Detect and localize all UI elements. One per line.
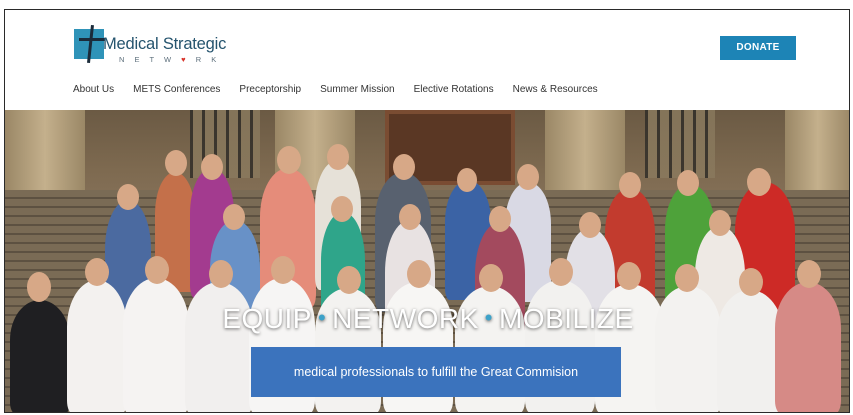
heart-icon: ♥ xyxy=(181,55,190,64)
nav-item-about-us[interactable]: About Us xyxy=(73,84,114,95)
nav-item-summer-mission[interactable]: Summer Mission xyxy=(320,84,394,95)
building-pillar xyxy=(545,110,625,200)
site-logo[interactable]: Medical Strategic N E T W ♥ R K xyxy=(71,22,241,66)
site-header: Medical Strategic N E T W ♥ R K DONATE A… xyxy=(5,10,849,110)
logo-subtitle: N E T W ♥ R K xyxy=(119,55,221,64)
building-pillar xyxy=(785,110,849,200)
hero-subtitle: medical professionals to fulfill the Gre… xyxy=(251,347,621,397)
building-pillar xyxy=(5,110,85,200)
nav-item-preceptorship[interactable]: Preceptorship xyxy=(239,84,301,95)
hero-banner: EQUIP • NETWORK • MOBILIZE medical professio… xyxy=(5,110,849,412)
nav-item-mets-conferences[interactable]: METS Conferences xyxy=(133,84,220,95)
tagline-word-network: NETWORK xyxy=(332,303,479,334)
donate-button[interactable]: DONATE xyxy=(720,36,796,60)
bullet-icon: • xyxy=(484,305,493,330)
building-window xyxy=(645,110,715,178)
tagline-word-equip: EQUIP xyxy=(222,303,312,334)
tagline-word-mobilize: MOBILIZE xyxy=(498,303,634,334)
hero-tagline: EQUIP • NETWORK • MOBILIZE xyxy=(5,303,849,335)
browser-viewport: Medical Strategic N E T W ♥ R K DONATE A… xyxy=(4,9,850,413)
bullet-icon: • xyxy=(317,305,327,330)
logo-title: Medical Strategic xyxy=(103,35,227,53)
nav-item-elective-rotations[interactable]: Elective Rotations xyxy=(414,84,494,95)
nav-item-news-resources[interactable]: News & Resources xyxy=(513,84,598,95)
main-nav: About Us METS Conferences Preceptorship … xyxy=(73,84,617,95)
